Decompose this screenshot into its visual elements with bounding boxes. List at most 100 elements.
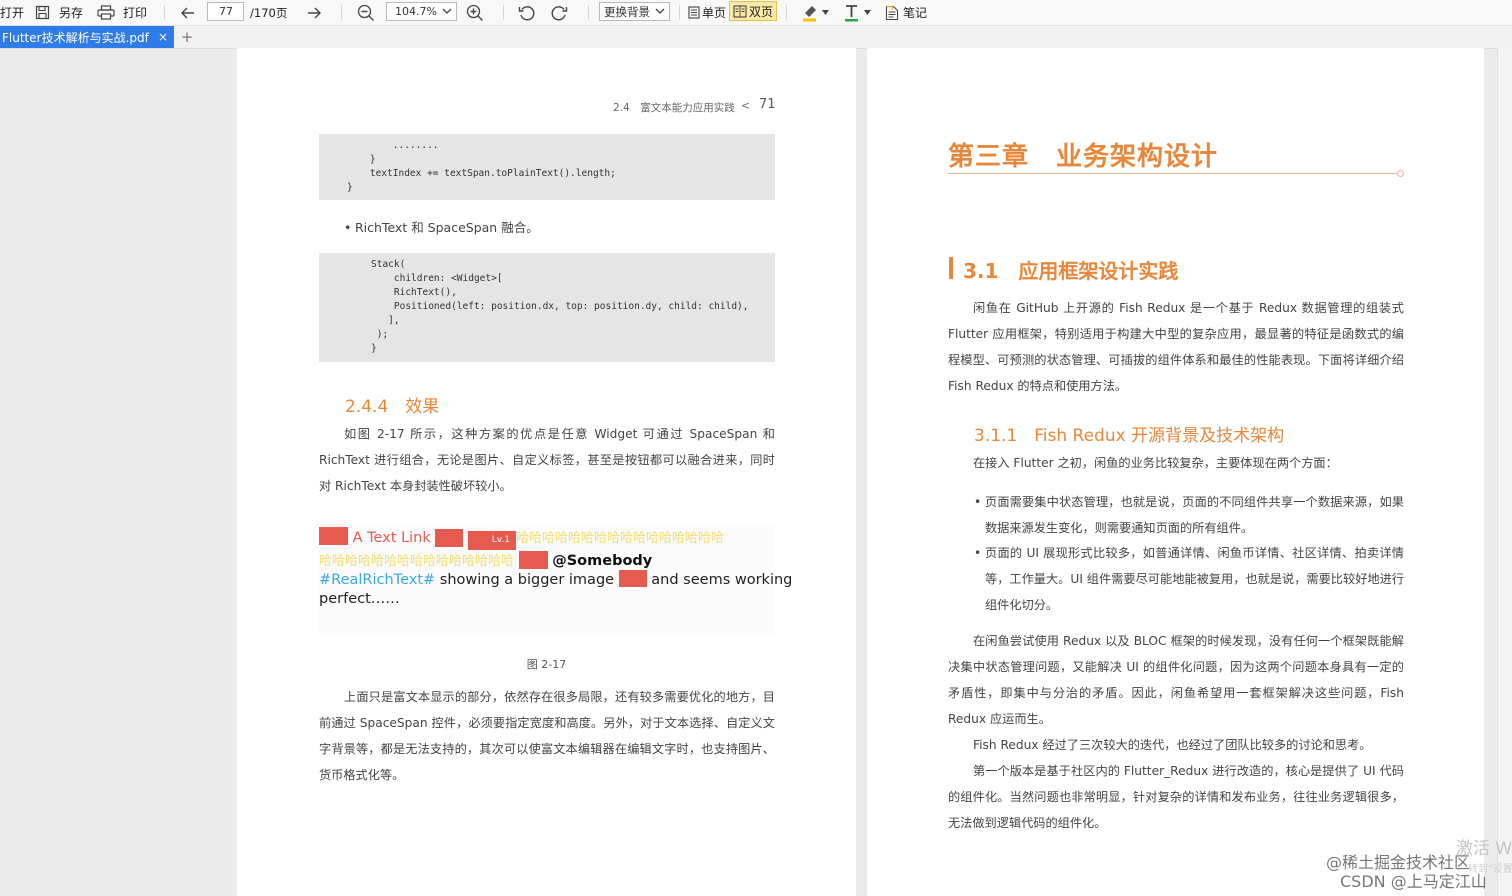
document-tab-title: Flutter技术解析与实战.pdf — [2, 30, 149, 45]
code-line: RichText(), — [371, 287, 457, 298]
single-page-label: 单页 — [702, 6, 727, 20]
print-button[interactable]: 打印 — [97, 0, 147, 25]
text-link: A Text Link — [352, 530, 431, 546]
divider — [503, 5, 504, 20]
open-button[interactable]: 打开 — [0, 0, 24, 25]
chevron-down-icon — [655, 5, 665, 18]
section-title: 3.1 应用框架设计实践 — [963, 259, 1179, 283]
paragraph: 闲鱼在 GitHub 上开源的 Fish Redux 是一个基于 Redux 数… — [948, 301, 1404, 393]
new-tab-button[interactable]: + — [180, 26, 194, 48]
toolbar: 打开 另存 打印 77 /170页 104.7% 更换背景 单页 双页 笔记 — [0, 0, 1512, 26]
prev-page-button[interactable] — [180, 0, 196, 25]
divider — [341, 5, 342, 20]
next-page-button[interactable] — [306, 0, 322, 25]
zoom-out-icon — [357, 4, 375, 22]
csdn-watermark: CSDN @上马定江山 — [1340, 872, 1487, 891]
note-label: 笔记 — [903, 6, 928, 20]
pdf-page-right: 第三章 业务架构设计 3.1 应用框架设计实践 闲鱼在 GitHub 上开源的 … — [867, 48, 1484, 896]
zoom-select[interactable]: 104.7% — [386, 2, 457, 21]
close-icon[interactable]: × — [155, 30, 171, 44]
running-header: 2.4 富文本能力应用实践 — [613, 102, 735, 114]
rotate-left-button[interactable] — [518, 0, 536, 25]
rotate-left-icon — [518, 4, 536, 22]
text-tool-button[interactable] — [844, 0, 871, 25]
chevron-down-icon — [864, 10, 871, 15]
scrollbar[interactable] — [1497, 48, 1512, 896]
plain-text: and seems working — [651, 572, 793, 588]
paragraph: 在闲鱼尝试使用 Redux 以及 BLOC 框架的时候发现，没有任何一个框架既能… — [948, 634, 1404, 726]
red-chip — [518, 551, 548, 569]
open-label: 打开 — [0, 6, 25, 20]
rotate-right-icon — [550, 4, 568, 22]
highlighter-icon — [801, 4, 819, 22]
haha-text: 哈哈哈哈哈哈哈哈哈哈哈哈哈哈哈 — [319, 554, 515, 569]
page-total: /170页 — [250, 5, 288, 20]
code-line: ); — [371, 329, 389, 340]
highlight-tool-button[interactable] — [801, 0, 829, 25]
save-as-label: 另存 — [59, 6, 84, 20]
double-page-button[interactable]: 双页 — [729, 1, 778, 21]
running-header-separator: < — [741, 100, 750, 112]
zoom-in-button[interactable] — [466, 0, 484, 25]
subsection-title: 3.1.1 Fish Redux 开源背景及技术架构 — [974, 426, 1285, 446]
printer-icon — [97, 5, 115, 20]
code-line: } — [371, 343, 377, 354]
arrow-left-icon — [180, 6, 196, 20]
code-block: Stack( children: <Widget>[ RichText(), P… — [319, 253, 775, 362]
code-line: } — [347, 182, 353, 193]
plain-text: perfect…… — [319, 591, 400, 607]
divider — [786, 5, 787, 20]
paragraph: 上面只是富文本显示的部分，依然存在很多局限，还有较多需要优化的地方，目前通过 S… — [319, 690, 775, 782]
section-heading: 2.4.4 效果 — [345, 397, 440, 417]
change-background-select[interactable]: 更换背景 — [599, 2, 670, 21]
divider — [679, 5, 680, 20]
rotate-right-button[interactable] — [550, 0, 568, 25]
page-number: 71 — [759, 97, 776, 112]
note-icon — [885, 5, 899, 21]
chevron-down-icon — [442, 5, 452, 18]
plus-icon: + — [180, 28, 194, 46]
figure-image: A Text Link Lv.1 哈哈哈哈哈哈哈哈哈哈哈哈哈哈哈哈 哈哈哈哈哈哈哈… — [319, 524, 792, 636]
tab-bar: Flutter技术解析与实战.pdf × + — [0, 26, 1512, 49]
code-line: ........ — [347, 140, 439, 151]
single-page-icon — [688, 6, 700, 19]
figure-caption: 图 2-17 — [526, 658, 567, 671]
divider — [164, 5, 165, 20]
zoom-value: 104.7% — [395, 5, 437, 18]
zoom-out-button[interactable] — [357, 0, 375, 25]
document-tab[interactable]: Flutter技术解析与实战.pdf × — [0, 26, 174, 48]
code-line: children: <Widget>[ — [371, 273, 503, 284]
save-as-button[interactable]: 另存 — [35, 0, 83, 25]
single-page-button[interactable]: 单页 — [688, 0, 726, 25]
code-line: Stack( — [371, 259, 406, 270]
change-background-label: 更换背景 — [604, 4, 650, 19]
page-number-input[interactable]: 77 — [207, 2, 244, 21]
divider — [588, 5, 589, 20]
paragraph: 在接入 Flutter 之初，闲鱼的业务比较复杂，主要体现在两个方面： — [973, 456, 1338, 470]
page-number-value: 77 — [219, 5, 233, 18]
bullet-item: RichText 和 SpaceSpan 融合。 — [344, 215, 775, 241]
chapter-rule-dot — [1397, 170, 1404, 177]
red-chip — [319, 527, 348, 545]
code-line: Positioned(left: position.dx, top: posit… — [371, 301, 749, 312]
bullet-item: 页面需要集中状态管理，也就是说，页面的不同组件共享一个数据来源，如果数据来源发生… — [974, 489, 1404, 541]
chevron-down-icon — [822, 10, 829, 15]
red-chip — [435, 529, 464, 547]
save-icon — [35, 5, 50, 20]
double-page-icon — [733, 4, 747, 18]
rich-text-line: 哈哈哈哈哈哈哈哈哈哈哈哈哈哈哈 @Somebody — [319, 551, 652, 572]
code-line: ], — [371, 315, 400, 326]
note-button[interactable]: 笔记 — [885, 0, 927, 25]
bullet-item: 页面的 UI 展现形式比较多，如普通详情、闲鱼币详情、社区详情、拍卖详情等，工作… — [974, 540, 1404, 618]
red-chip — [618, 570, 647, 587]
code-line: } — [347, 154, 376, 165]
rich-text-line: #RealRichText# showing a bigger image an… — [319, 570, 792, 590]
chapter-rule — [948, 173, 1397, 174]
level-badge: Lv.1 — [468, 531, 516, 550]
paragraph: Fish Redux 经过了三次较大的迭代，也经过了团队比较多的讨论和思考。 — [973, 738, 1372, 752]
rich-text-line: A Text Link Lv.1 哈哈哈哈哈哈哈哈哈哈哈哈哈哈哈哈 — [319, 527, 724, 550]
arrow-right-icon — [306, 6, 322, 20]
paragraph: 第一个版本是基于社区内的 Flutter_Redux 进行改造的，核心是提供了 … — [948, 764, 1404, 830]
section-marker — [949, 257, 953, 279]
zoom-in-icon — [466, 4, 484, 22]
